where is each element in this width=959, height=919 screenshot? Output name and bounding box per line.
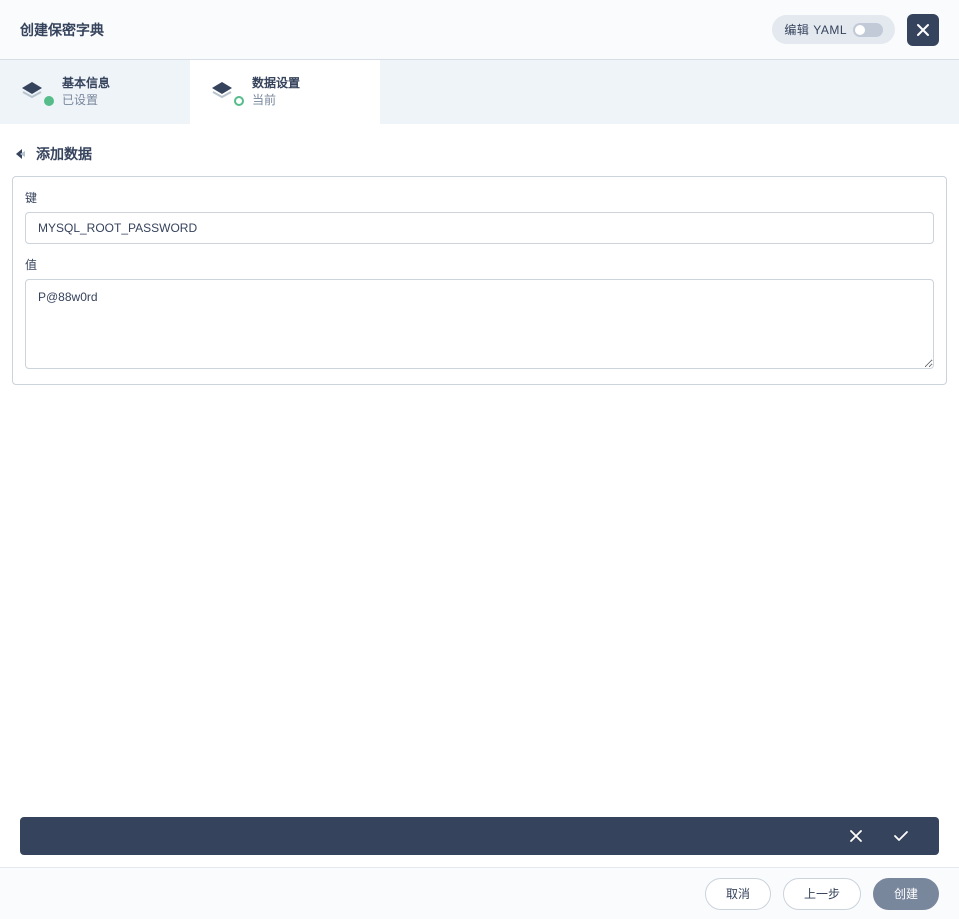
- step-data-settings[interactable]: 数据设置 当前: [190, 60, 380, 124]
- item-confirm-button[interactable]: [893, 829, 909, 843]
- edit-yaml-toggle[interactable]: 编辑 YAML: [772, 15, 895, 44]
- previous-button[interactable]: 上一步: [783, 878, 861, 910]
- step-icon: [210, 80, 242, 104]
- dialog-footer: 取消 上一步 创建: [0, 867, 959, 919]
- toggle-switch-icon: [853, 23, 883, 37]
- value-textarea[interactable]: [25, 279, 934, 369]
- x-icon: [849, 829, 863, 843]
- layers-icon: [20, 80, 44, 104]
- form-group-value: 值: [25, 256, 934, 372]
- value-label: 值: [25, 256, 934, 273]
- dialog-title: 创建保密字典: [20, 20, 104, 40]
- content-area: 添加数据 键 值: [0, 124, 959, 867]
- dialog-header: 创建保密字典 编辑 YAML: [0, 0, 959, 60]
- step-title: 数据设置: [252, 75, 300, 92]
- close-icon: [915, 22, 931, 38]
- cancel-button[interactable]: 取消: [705, 878, 771, 910]
- form-group-key: 键: [25, 189, 934, 244]
- data-item-card: 键 值: [12, 176, 947, 385]
- step-status: 已设置: [62, 92, 110, 109]
- step-text: 基本信息 已设置: [62, 75, 110, 109]
- step-status: 当前: [252, 92, 300, 109]
- wizard-steps: 基本信息 已设置 数据设置 当前: [0, 60, 959, 124]
- section-header: 添加数据: [12, 144, 947, 164]
- step-status-badge-current: [234, 96, 244, 106]
- step-basic-info[interactable]: 基本信息 已设置: [0, 60, 190, 124]
- back-arrow-icon: [12, 146, 28, 162]
- check-icon: [893, 829, 909, 843]
- step-icon: [20, 80, 52, 104]
- step-status-badge-completed: [44, 96, 54, 106]
- item-action-bar: [20, 817, 939, 855]
- section-title: 添加数据: [36, 144, 92, 164]
- create-secret-dialog: 创建保密字典 编辑 YAML 基本信息 已设置: [0, 0, 959, 919]
- close-button[interactable]: [907, 14, 939, 46]
- item-cancel-button[interactable]: [849, 829, 863, 843]
- layers-icon: [210, 80, 234, 104]
- create-button[interactable]: 创建: [873, 878, 939, 910]
- step-text: 数据设置 当前: [252, 75, 300, 109]
- header-actions: 编辑 YAML: [772, 14, 939, 46]
- key-label: 键: [25, 189, 934, 206]
- key-input[interactable]: [25, 212, 934, 244]
- step-title: 基本信息: [62, 75, 110, 92]
- edit-yaml-label: 编辑 YAML: [784, 21, 847, 38]
